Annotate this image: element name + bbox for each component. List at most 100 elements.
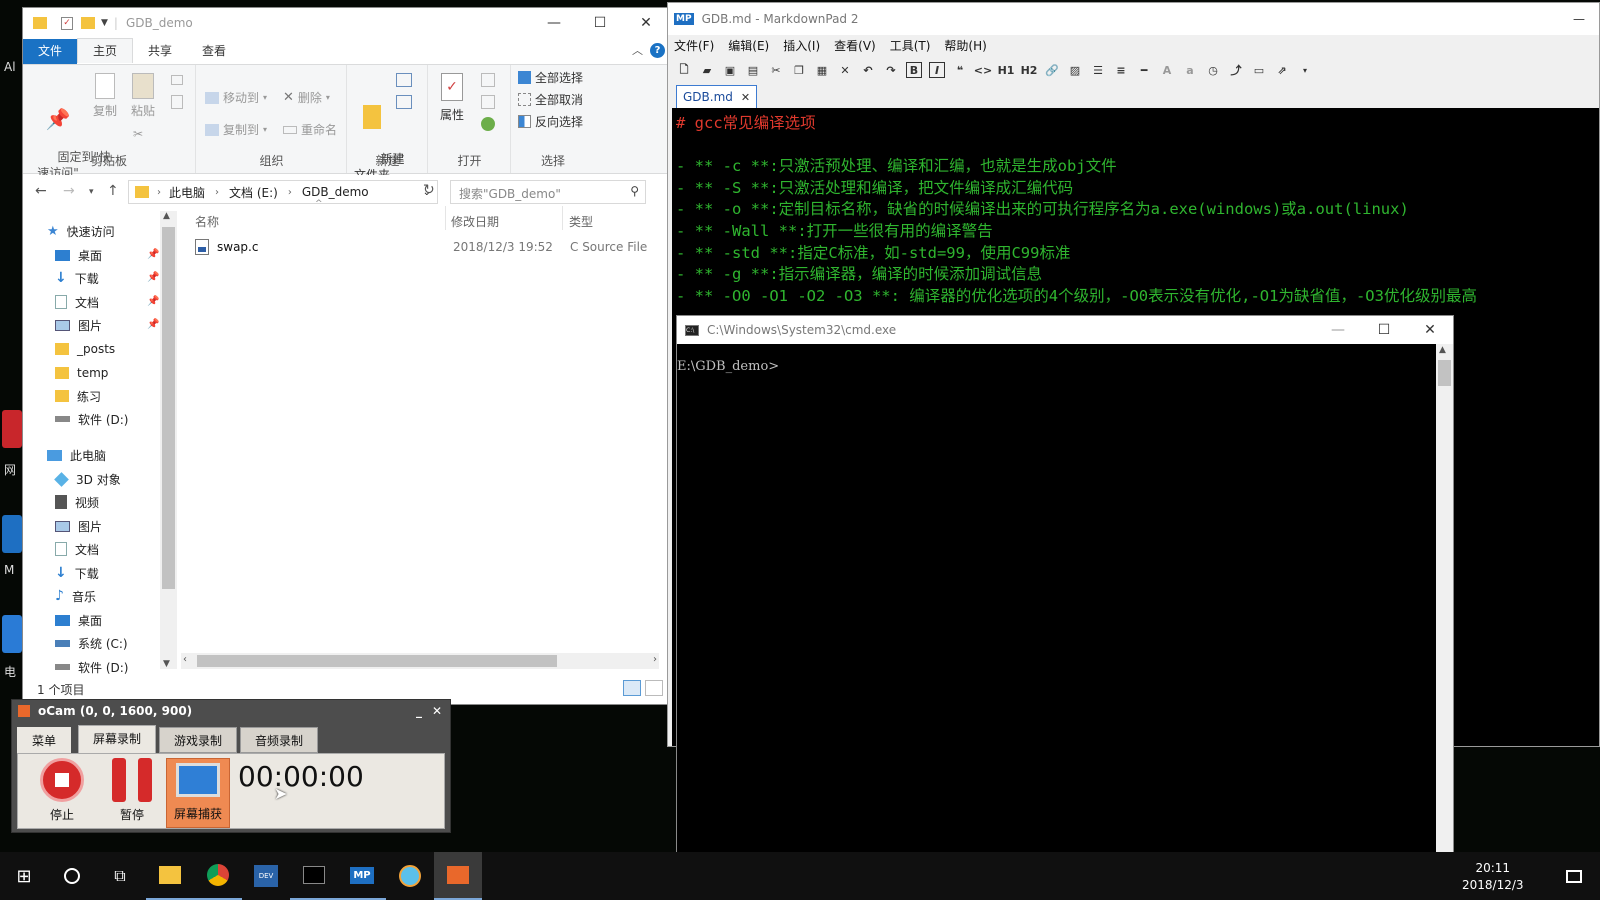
nav-item-pictures[interactable]: 图片	[55, 314, 102, 336]
recent-locations-icon[interactable]: ▾	[89, 187, 94, 197]
start-button[interactable]: ⊞	[0, 852, 48, 900]
taskbar-ocam[interactable]	[434, 852, 482, 900]
cut-icon[interactable]: ✂	[133, 127, 143, 141]
edit-icon[interactable]	[481, 95, 495, 109]
quote-icon[interactable]: ❝	[952, 62, 968, 78]
link-icon[interactable]: 🔗	[1044, 62, 1060, 78]
copy-icon[interactable]: ❐	[791, 62, 807, 78]
nav-item-videos[interactable]: 视频	[55, 491, 99, 513]
ocam-titlebar[interactable]: oCam (0, 0, 1600, 900) _ ✕	[12, 700, 450, 722]
document-tab[interactable]: GDB.md ✕	[676, 85, 758, 108]
cmd-titlebar[interactable]: C:\ C:\Windows\System32\cmd.exe — ☐ ✕	[677, 316, 1453, 344]
task-view-button[interactable]: ⧉	[96, 852, 144, 900]
pause-button[interactable]: 暂停	[100, 758, 164, 824]
delete-icon[interactable]: ✕	[837, 62, 853, 78]
bullet-list-icon[interactable]: ☰	[1090, 62, 1106, 78]
maximize-button[interactable]: ☐	[577, 8, 623, 38]
image-icon[interactable]: ▨	[1067, 62, 1083, 78]
nav-item-desktop-pc[interactable]: 桌面	[55, 609, 102, 631]
breadcrumb-this-pc[interactable]: 此电脑	[169, 184, 205, 201]
column-name[interactable]: 名称	[195, 213, 219, 230]
scroll-down-icon[interactable]: ▼	[163, 659, 170, 669]
live-preview-icon[interactable]: ▭	[1251, 62, 1267, 78]
search-icon[interactable]: ⚲	[630, 184, 639, 198]
column-date[interactable]: 修改日期	[451, 213, 499, 230]
cut-icon[interactable]: ✂	[768, 62, 784, 78]
nav-item-drive-d[interactable]: 软件 (D:)	[55, 408, 128, 430]
refresh-icon[interactable]: ↻	[423, 182, 435, 198]
history-icon[interactable]	[481, 117, 495, 131]
tab-audio-record[interactable]: 音频录制	[240, 727, 319, 753]
new-document-icon[interactable]: 🗋	[676, 62, 692, 78]
tab-share[interactable]: 共享	[133, 39, 187, 64]
large-icons-view-icon[interactable]	[645, 680, 663, 696]
chevron-down-icon[interactable]: ▼	[101, 18, 108, 28]
delete-button[interactable]: ✕ 删除 ▾	[283, 89, 330, 106]
minimize-button[interactable]: —	[531, 8, 577, 38]
cmd-prompt[interactable]: E:\GDB_demo>	[677, 359, 779, 374]
paste-icon[interactable]: ▦	[814, 62, 830, 78]
tab-home[interactable]: 主页	[77, 38, 134, 63]
close-button[interactable]: ✕	[432, 704, 442, 718]
menu-file[interactable]: 文件(F)	[674, 39, 714, 53]
close-button[interactable]: ✕	[623, 8, 669, 38]
redo-icon[interactable]: ↷	[883, 62, 899, 78]
nav-scrollbar-thumb[interactable]	[162, 227, 175, 589]
minimize-button[interactable]: —	[1573, 12, 1585, 26]
nav-item-pictures-pc[interactable]: 图片	[55, 515, 102, 537]
open-folder-icon[interactable]: ▰	[699, 62, 715, 78]
maximize-button[interactable]: ☐	[1361, 315, 1407, 345]
stop-button[interactable]: 停止	[30, 758, 94, 824]
screen-capture-button[interactable]: 屏幕捕获	[166, 758, 230, 828]
breadcrumb-drive[interactable]: 文档 (E:)	[229, 184, 278, 201]
explorer-titlebar[interactable]: ✓ ▼ | GDB_demo — ☐ ✕	[23, 8, 669, 38]
new-folder-icon[interactable]	[81, 17, 95, 29]
horizontal-rule-icon[interactable]: ━	[1136, 62, 1152, 78]
lowercase-icon[interactable]: a	[1182, 62, 1198, 78]
menu-insert[interactable]: 插入(I)	[783, 39, 820, 53]
file-row[interactable]: swap.c 2018/12/3 19:52 C Source File	[195, 236, 665, 258]
search-input[interactable]: 搜索"GDB_demo" ⚲	[450, 180, 646, 204]
collapse-ribbon-icon[interactable]: ︿	[632, 42, 643, 58]
copy-to-button[interactable]: 复制到 ▾	[205, 121, 267, 138]
save-icon[interactable]: ▣	[722, 62, 738, 78]
forward-button[interactable]: →	[63, 183, 75, 199]
tab-view[interactable]: 查看	[187, 39, 241, 64]
nav-item-downloads-pc[interactable]: ↓ 下载	[55, 562, 99, 584]
new-item-icon[interactable]	[396, 73, 412, 87]
paste-shortcut-icon[interactable]	[171, 95, 183, 109]
nav-quick-access[interactable]: ★ 快速访问	[47, 220, 115, 242]
nav-scrollbar[interactable]: ▲ ▼	[160, 211, 177, 669]
select-all-button[interactable]: 全部选择	[518, 69, 583, 86]
move-to-button[interactable]: 移动到 ▾	[205, 89, 267, 106]
close-button[interactable]: ✕	[1407, 315, 1453, 345]
nav-item-documents-pc[interactable]: 文档	[55, 538, 99, 560]
tab-screen-record[interactable]: 屏幕录制	[78, 725, 157, 754]
properties-button[interactable]: ✓ 属性	[437, 73, 467, 123]
close-tab-icon[interactable]: ✕	[741, 91, 750, 104]
nav-item-temp[interactable]: temp	[55, 362, 108, 384]
rename-button[interactable]: 重命名	[283, 121, 337, 138]
nav-item-drive-c[interactable]: 系统 (C:)	[55, 632, 128, 654]
tab-game-record[interactable]: 游戏录制	[159, 727, 238, 753]
nav-item-downloads[interactable]: ↓ 下载	[55, 267, 99, 289]
pin-icon[interactable]: 📌	[147, 296, 159, 307]
menu-view[interactable]: 查看(V)	[834, 39, 876, 53]
pin-icon[interactable]: 📌	[147, 319, 159, 330]
back-button[interactable]: ←	[35, 183, 47, 199]
nav-item-desktop[interactable]: 桌面	[55, 244, 102, 266]
toolbar-overflow-icon[interactable]: ▾	[1297, 62, 1313, 78]
save-all-icon[interactable]: ▤	[745, 62, 761, 78]
nav-this-pc[interactable]: 此电脑	[47, 444, 106, 466]
desktop-app-icon[interactable]	[2, 410, 22, 448]
taskbar-chrome[interactable]	[194, 852, 242, 900]
open-icon[interactable]	[481, 73, 495, 87]
code-icon[interactable]: <>	[974, 62, 992, 78]
desktop-app-icon[interactable]	[2, 615, 22, 653]
heading2-icon[interactable]: H2	[1021, 62, 1038, 78]
column-type[interactable]: 类型	[569, 213, 593, 230]
nav-item-practice[interactable]: 练习	[55, 385, 101, 407]
bold-icon[interactable]: B	[906, 62, 922, 78]
file-list-hscrollbar[interactable]: ‹ ›	[181, 653, 659, 669]
taskbar-explorer[interactable]	[146, 852, 194, 900]
